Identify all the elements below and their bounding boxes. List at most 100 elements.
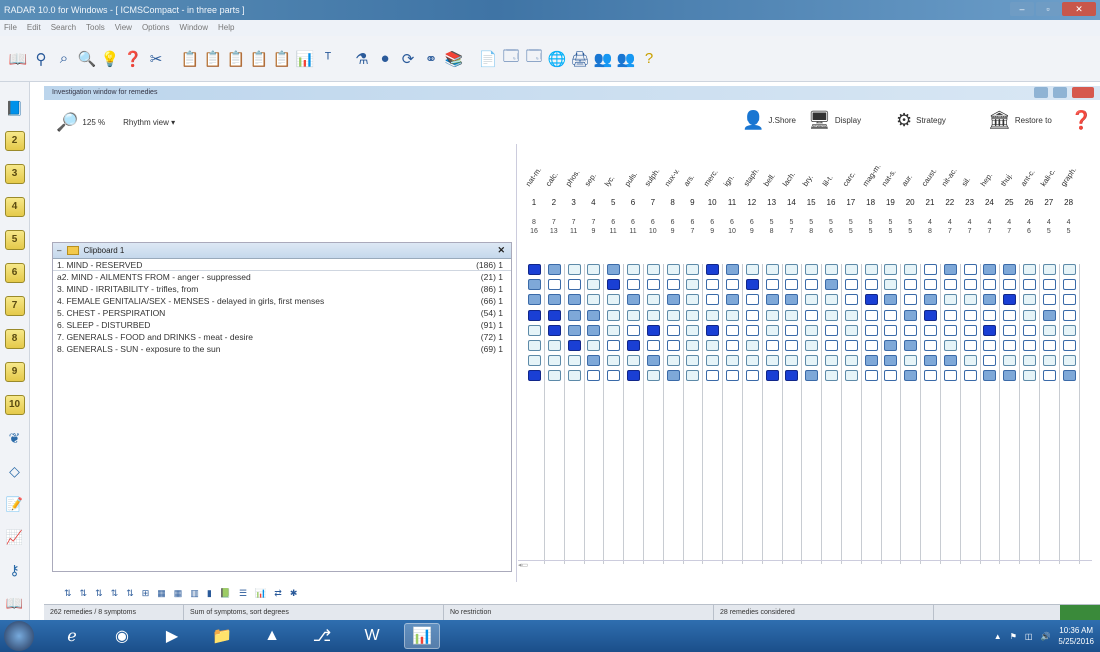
grade-cell[interactable] [805,294,819,306]
grade-cell[interactable] [745,309,759,321]
grade-cell[interactable] [1062,355,1076,367]
grade-cell[interactable] [924,309,937,321]
grade-cell[interactable] [963,355,977,367]
grade-cell[interactable] [1003,370,1017,382]
filter-icon[interactable]: ⊞ [142,588,150,599]
grade-cell[interactable] [646,324,660,336]
remedy-name[interactable]: aur. [900,173,915,188]
grade-cell[interactable] [943,355,957,367]
grade-cell[interactable] [1042,340,1056,351]
grade-cell[interactable] [666,340,680,351]
grade-cell[interactable] [528,279,541,291]
grid-icon[interactable]: ▥ [190,588,199,599]
grade-cell[interactable] [587,294,601,306]
grade-cell[interactable] [963,340,977,351]
grade-cell[interactable] [706,279,720,291]
window-icon[interactable]: 🗔 [501,48,521,69]
grade-cell[interactable] [1042,279,1056,291]
remedy-name[interactable]: kali-c. [1038,167,1057,188]
remedy-name[interactable]: thuj. [999,171,1015,188]
remedy-name[interactable]: nux-v. [662,167,681,188]
grade-cell[interactable] [765,324,779,336]
clipboard-7-button[interactable]: 7 [4,296,25,316]
grade-cell[interactable] [686,340,700,351]
expand-icon[interactable]: – [57,246,61,255]
menu-item[interactable]: Window [180,20,208,36]
menu-item[interactable]: File [4,20,17,36]
grade-cell[interactable] [1003,279,1017,291]
grade-cell[interactable] [963,324,977,336]
chart-icon[interactable]: 📊 [255,588,266,599]
grade-cell[interactable] [844,279,858,291]
grade-cell[interactable] [726,340,739,351]
grade-cell[interactable] [805,309,819,321]
grade-cell[interactable] [1042,309,1056,321]
grade-cell[interactable] [528,370,541,382]
tray-arrow-icon[interactable]: ▲ [994,632,1002,641]
grade-cell[interactable] [1042,264,1056,275]
zoom-icon[interactable]: 🔎 [56,112,78,133]
horizontal-scrollbar[interactable]: ◂▭ [518,560,1092,570]
open-book-icon[interactable]: 📖 [8,49,28,69]
grade-cell[interactable] [666,370,680,382]
symptom-row[interactable]: 3. MIND - IRRITABILITY - trifles, from (8… [53,283,511,295]
grade-cell[interactable] [1003,294,1017,306]
grade-cell[interactable] [528,264,541,275]
remedy-name[interactable]: staph. [741,166,760,188]
grade-cell[interactable] [943,324,957,336]
grade-cell[interactable] [983,264,997,275]
start-button[interactable] [4,621,34,651]
grade-cell[interactable] [825,340,838,351]
grade-cell[interactable] [1062,279,1076,291]
grade-cell[interactable] [686,294,700,306]
clipboard-9-button[interactable]: 9 [4,362,25,382]
grade-cell[interactable] [666,279,680,291]
grade-cell[interactable] [726,264,739,275]
grade-cell[interactable] [567,340,581,351]
grade-cell[interactable] [904,370,918,382]
remedy-name[interactable]: sil. [959,175,972,188]
sub-close-button[interactable] [1072,87,1094,98]
grade-cell[interactable] [1062,264,1076,275]
bar-icon[interactable]: ▮ [207,588,212,599]
maximize-button[interactable]: ▫ [1036,2,1060,16]
grade-cell[interactable] [726,355,739,367]
minimize-button[interactable]: – [1010,2,1034,16]
grade-cell[interactable] [765,340,779,351]
grade-cell[interactable] [1023,309,1036,321]
grade-cell[interactable] [943,340,957,351]
grade-cell[interactable] [983,309,997,321]
grade-cell[interactable] [884,279,898,291]
grade-cell[interactable] [745,355,759,367]
grade-cell[interactable] [963,294,977,306]
grade-cell[interactable] [924,355,937,367]
book-icon[interactable]: 📖 [5,593,25,613]
grade-cell[interactable] [1023,355,1036,367]
grade-cell[interactable] [904,279,918,291]
grade-cell[interactable] [983,279,997,291]
view-mode-select[interactable]: Rhythm view ▾ [123,118,175,127]
grade-cell[interactable] [587,324,601,336]
grade-cell[interactable] [547,264,561,275]
grade-cell[interactable] [607,264,621,275]
grade-cell[interactable] [1042,355,1056,367]
grade-cell[interactable] [607,309,621,321]
remedy-name[interactable]: calc. [543,170,559,188]
grade-cell[interactable] [864,355,878,367]
chart-icon[interactable]: 📈 [5,527,25,547]
grade-cell[interactable] [904,264,918,275]
grade-cell[interactable] [785,370,799,382]
grade-cell[interactable] [726,309,739,321]
grade-cell[interactable] [646,294,660,306]
network-icon[interactable]: ◫ [1025,632,1033,641]
grade-cell[interactable] [547,340,561,351]
grade-cell[interactable] [785,355,799,367]
book-icon[interactable]: 📗 [220,588,231,599]
grade-cell[interactable] [983,355,997,367]
remedy-name[interactable]: mag-m. [860,162,882,188]
find-icon[interactable]: ⌕ [54,49,74,69]
grade-cell[interactable] [805,355,819,367]
grade-cell[interactable] [884,324,898,336]
grade-cell[interactable] [825,309,838,321]
ie-icon[interactable]: ℯ [54,623,90,649]
